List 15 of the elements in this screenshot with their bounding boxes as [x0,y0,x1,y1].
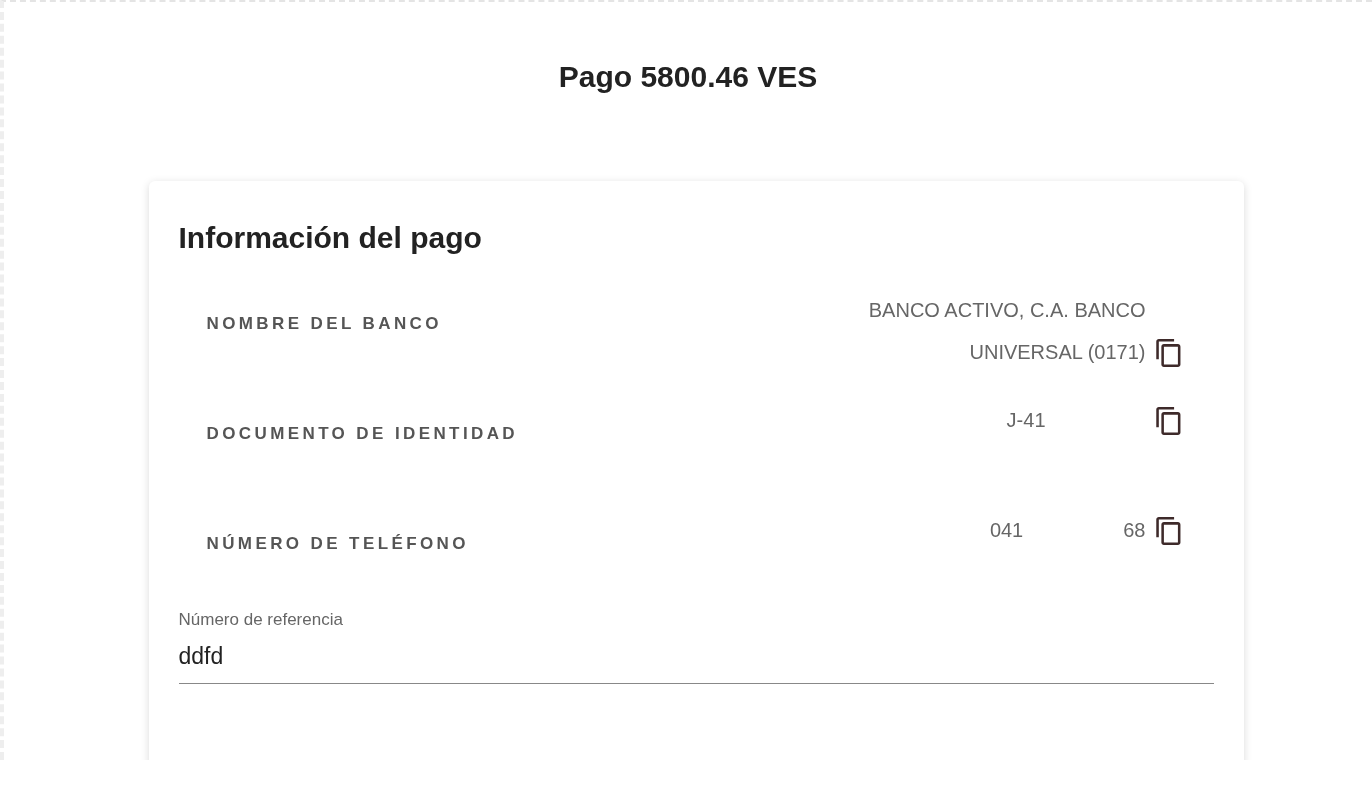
reference-input[interactable]: ddfd [178,638,1214,673]
reference-field[interactable]: Número de referencia ddfd [178,607,1214,684]
card-heading: Información del pago [178,223,483,253]
copy-icon[interactable] [1155,407,1182,435]
field-value: BANCO ACTIVO, C.A. BANCO UNIVERSAL (0171) [867,298,1146,365]
field-label: NÚMERO DE TELÉFONO [206,533,469,555]
page-title: Pago 5800.46 VES [558,59,818,95]
field-label: NOMBRE DEL BANCO [206,313,442,335]
field-value: 041 [989,518,1024,543]
field-value: 68 [1123,518,1146,543]
copy-icon[interactable] [1155,339,1182,367]
copy-icon[interactable] [1155,517,1182,545]
field-value: J-41 [1006,408,1046,433]
field-label: DOCUMENTO DE IDENTIDAD [206,423,519,445]
field-label: Número de referencia [178,609,344,631]
